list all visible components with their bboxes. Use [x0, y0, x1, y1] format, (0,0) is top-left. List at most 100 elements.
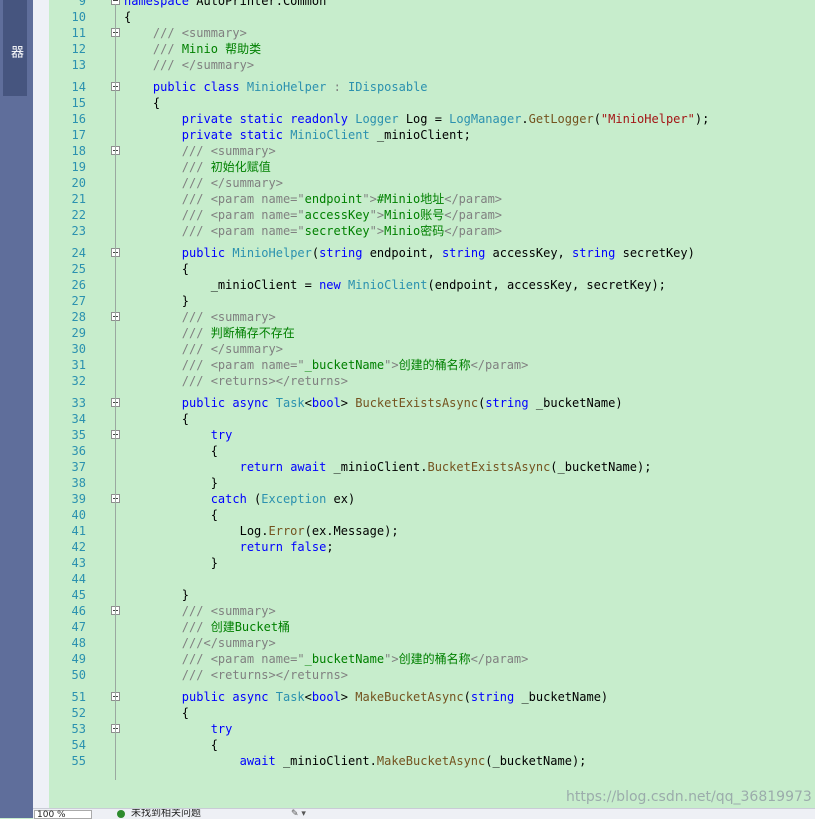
code-line: 44	[49, 571, 815, 587]
code-token: </param>	[444, 192, 503, 206]
code-token: LogManager	[449, 112, 522, 126]
code-token: public	[181, 690, 226, 704]
check-icon	[117, 810, 125, 818]
line-number: 26	[71, 278, 86, 292]
code-token: {	[124, 738, 218, 752]
code-token: );	[694, 112, 710, 126]
code-token: /// <summary>	[181, 310, 276, 324]
code-text: /// <param name="secretKey">Minio密码</par…	[124, 223, 502, 239]
code-token: ">	[369, 224, 385, 238]
code-text: /// </summary>	[124, 341, 283, 357]
code-token: /// <param name="	[181, 224, 305, 238]
code-token: readonly	[290, 112, 348, 126]
code-token: Minio密码	[384, 224, 445, 238]
code-token: GetLogger	[528, 112, 594, 126]
code-text: /// </summary>	[124, 175, 283, 191]
code-line: 39 catch (Exception ex)	[49, 491, 815, 507]
code-token: (	[593, 112, 601, 126]
line-number: 50	[71, 668, 86, 682]
code-text: public async Task<bool> BucketExistsAsyn…	[124, 395, 623, 411]
code-text: /// <summary>	[124, 309, 276, 325]
code-text: return false;	[124, 539, 334, 555]
code-line: 32 /// <returns></returns>	[49, 373, 815, 389]
code-token: public	[152, 80, 197, 94]
code-token: string	[470, 690, 515, 704]
code-token: 创建的桶名称	[398, 358, 471, 372]
code-text: ///</summary>	[124, 635, 276, 651]
code-text: {	[124, 507, 218, 523]
code-line: 23 /// <param name="secretKey">Minio密码</…	[49, 223, 815, 239]
code-token: (endpoint, accessKey, secretKey);	[427, 278, 666, 292]
code-text: /// Minio 帮助类	[124, 41, 261, 57]
code-text: {	[124, 9, 131, 25]
code-token: _minioClient =	[124, 278, 320, 292]
code-line: 46 /// <summary>	[49, 603, 815, 619]
test-explorer-tab[interactable]: 测试资源管理器	[3, 0, 47, 96]
code-token: ///	[181, 160, 204, 174]
code-line: 18 /// <summary>	[49, 143, 815, 159]
code-token: Task	[275, 396, 305, 410]
line-number: 35	[71, 428, 86, 442]
line-number: 16	[71, 112, 86, 126]
code-token: /// <param name="	[181, 208, 305, 222]
code-token: Task	[275, 690, 305, 704]
editor-margin	[33, 0, 49, 808]
line-number: 44	[71, 572, 86, 586]
code-token: }	[124, 556, 218, 570]
code-text: await _minioClient.MakeBucketAsync(_buck…	[124, 753, 587, 769]
code-token: (	[246, 492, 262, 506]
code-line: 35 try	[49, 427, 815, 443]
line-number: 10	[71, 10, 86, 24]
code-token: ">	[362, 192, 377, 206]
code-line: 48 ///</summary>	[49, 635, 815, 651]
code-token: </param>	[444, 208, 503, 222]
code-text: /// <param name="_bucketName">创建的桶名称</pa…	[124, 651, 529, 667]
code-token: ///	[181, 620, 204, 634]
code-token: endpoint	[304, 192, 363, 206]
code-line: 12 /// Minio 帮助类	[49, 41, 815, 57]
code-token: string	[319, 246, 363, 260]
code-text: private static MinioClient _minioClient;	[124, 127, 471, 143]
code-token: _minioClient;	[369, 128, 471, 142]
code-line: 34 {	[49, 411, 815, 427]
code-line: 17 private static MinioClient _minioClie…	[49, 127, 815, 143]
code-line: 41 Log.Error(ex.Message);	[49, 523, 815, 539]
code-token: >	[340, 396, 356, 410]
code-line: 9 namespace AutoPrinter.Common	[49, 0, 815, 9]
line-number: 55	[71, 754, 86, 768]
line-number: 49	[71, 652, 86, 666]
line-number: 47	[71, 620, 86, 634]
code-line: 42 return false;	[49, 539, 815, 555]
code-editor[interactable]: 9 namespace AutoPrinter.Common 10 {11 /// <…	[49, 0, 815, 808]
code-text: /// <summary>	[124, 143, 276, 159]
code-token: (ex.Message);	[304, 524, 399, 538]
code-text: _minioClient = new MinioClient(endpoint,…	[124, 277, 666, 293]
code-token: _bucketName)	[514, 690, 609, 704]
code-line: 27 }	[49, 293, 815, 309]
code-line: 25 {	[49, 261, 815, 277]
code-token: catch	[210, 492, 247, 506]
code-line: 53 try	[49, 721, 815, 737]
code-token: ">	[384, 652, 399, 666]
code-token: static	[239, 128, 283, 142]
line-number: 53	[71, 722, 86, 736]
line-number: 46	[71, 604, 86, 618]
code-token: (_bucketName);	[485, 754, 587, 768]
line-number: 22	[71, 208, 86, 222]
line-number: 20	[71, 176, 86, 190]
code-token: /// <summary>	[181, 144, 276, 158]
issues-text: 未找到相关问题	[131, 808, 201, 819]
code-token: /// <returns></returns>	[181, 374, 348, 388]
